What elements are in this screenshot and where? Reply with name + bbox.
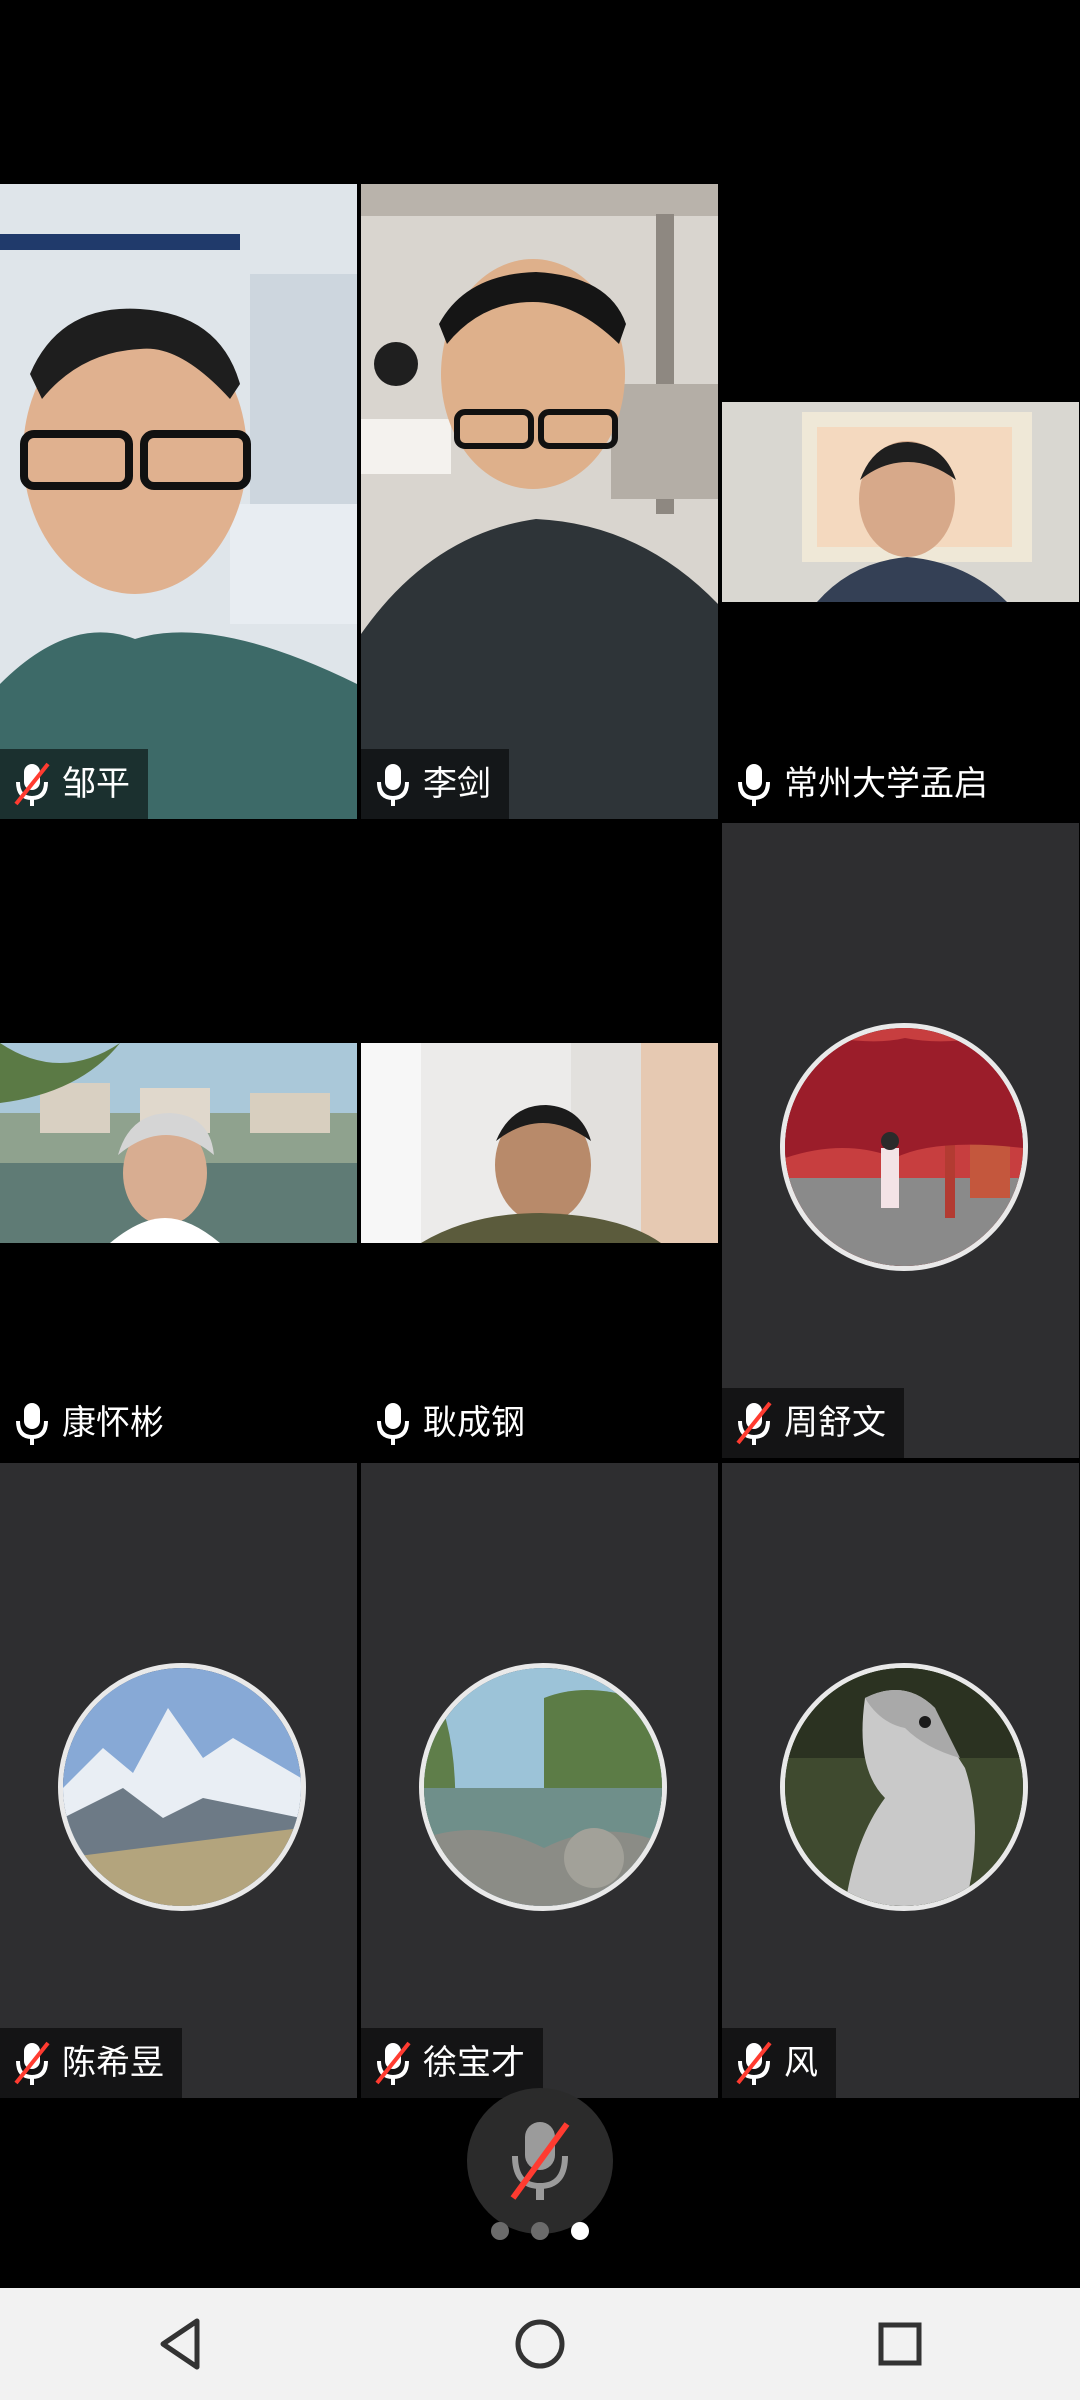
participant-name: 邹平 <box>62 764 130 804</box>
video-feed <box>0 1043 357 1243</box>
participant-name: 李剑 <box>423 764 491 804</box>
mic-icon <box>377 1403 409 1445</box>
participant-name: 徐宝才 <box>423 2043 525 2083</box>
mute-toggle-button[interactable] <box>467 2088 613 2234</box>
participant-name: 耿成钢 <box>423 1403 525 1443</box>
avatar <box>780 1663 1028 1911</box>
participant-tile-gengchenggang[interactable]: 耿成钢 <box>361 823 718 1458</box>
participant-label: 李剑 <box>361 749 509 819</box>
video-feed <box>0 184 357 819</box>
participant-name: 康怀彬 <box>62 1403 164 1443</box>
participant-label: 风 <box>722 2028 836 2098</box>
participant-label: 邹平 <box>0 749 148 819</box>
mic-icon <box>377 764 409 806</box>
participant-tile-kanghuaibin[interactable]: 康怀彬 <box>0 823 357 1458</box>
recent-square-icon[interactable] <box>865 2309 935 2379</box>
mic-muted-icon <box>736 1401 772 1445</box>
participant-label: 徐宝才 <box>361 2028 543 2098</box>
mic-muted-icon <box>14 762 50 806</box>
participant-tile-zouping[interactable]: 邹平 <box>0 184 357 819</box>
participant-name: 常州大学孟启 <box>784 764 988 804</box>
participant-name: 陈希昱 <box>62 2043 164 2083</box>
mic-icon <box>738 764 770 806</box>
system-navigation-bar <box>0 2288 1080 2400</box>
mic-muted-icon <box>14 2041 50 2085</box>
participant-label: 周舒文 <box>722 1388 904 1458</box>
participant-label: 耿成钢 <box>361 1388 543 1458</box>
participant-name: 周舒文 <box>784 1403 886 1443</box>
participant-label: 康怀彬 <box>0 1388 182 1458</box>
avatar <box>419 1663 667 1911</box>
home-circle-icon[interactable] <box>505 2309 575 2379</box>
participant-tile-chenxiyu[interactable]: 陈希昱 <box>0 1463 357 2098</box>
participant-label: 常州大学孟启 <box>722 749 1006 819</box>
video-feed <box>722 402 1079 602</box>
mic-muted-icon <box>510 2122 570 2200</box>
mic-muted-icon <box>736 2041 772 2085</box>
mic-icon <box>16 1403 48 1445</box>
avatar <box>780 1023 1028 1271</box>
video-feed <box>361 184 718 819</box>
page-dot[interactable] <box>491 2222 509 2240</box>
video-feed <box>361 1043 718 1243</box>
participant-tile-mengqi[interactable]: 常州大学孟启 <box>722 184 1079 819</box>
back-triangle-icon[interactable] <box>145 2309 215 2379</box>
participant-tile-xubaocai[interactable]: 徐宝才 <box>361 1463 718 2098</box>
avatar <box>58 1663 306 1911</box>
participant-label: 陈希昱 <box>0 2028 182 2098</box>
mic-muted-icon <box>375 2041 411 2085</box>
page-dot[interactable] <box>531 2222 549 2240</box>
participant-name: 风 <box>784 2043 818 2083</box>
participant-tile-zhoushuwen[interactable]: 周舒文 <box>722 823 1079 1458</box>
page-indicator <box>0 2222 1080 2240</box>
participant-tile-feng[interactable]: 风 <box>722 1463 1079 2098</box>
page-dot-active[interactable] <box>571 2222 589 2240</box>
participant-tile-lijian[interactable]: 李剑 <box>361 184 718 819</box>
